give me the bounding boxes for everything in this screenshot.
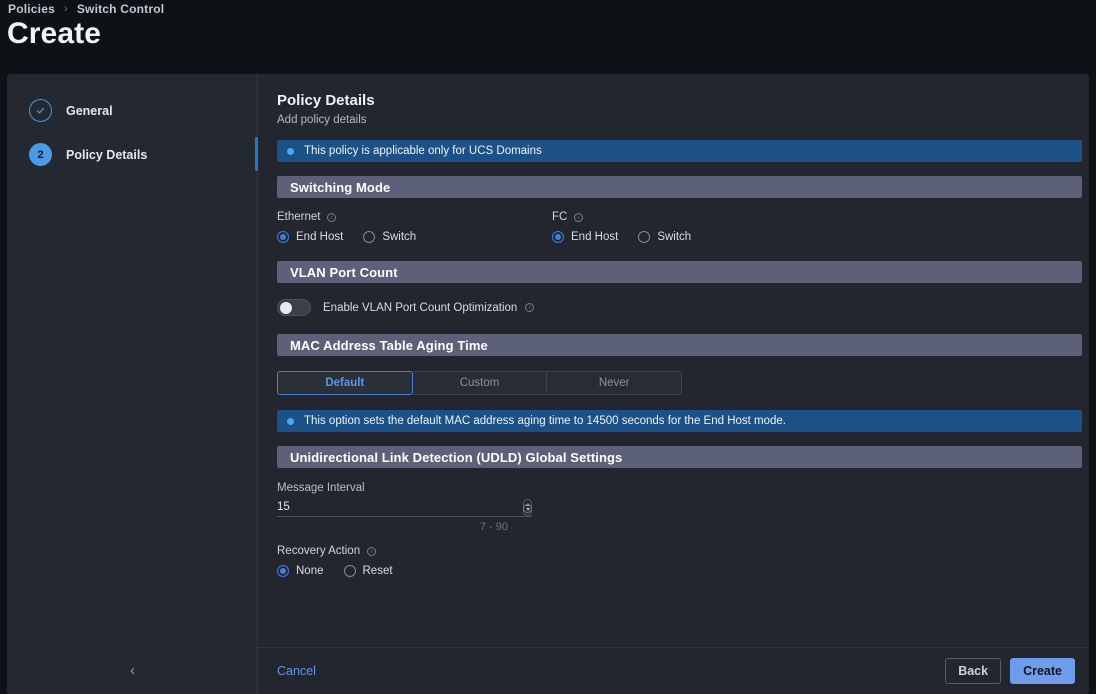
sidebar-collapse-button[interactable]: ‹: [7, 646, 258, 694]
toggle-knob: [280, 302, 292, 314]
fc-radio-group: End Host Switch: [552, 231, 691, 243]
radio-mark-icon: [552, 231, 564, 243]
sidebar-step-general[interactable]: General: [29, 99, 113, 122]
field-group-fc: FC End Host Switch: [552, 211, 691, 243]
check-icon: [29, 99, 52, 122]
radio-label: End Host: [296, 231, 343, 243]
radio-recovery-reset[interactable]: Reset: [344, 565, 393, 577]
sidebar-step-policy-details[interactable]: 2 Policy Details: [29, 143, 147, 166]
segment-custom[interactable]: Custom: [413, 371, 548, 395]
fc-label-row: FC: [552, 211, 691, 223]
info-icon[interactable]: [327, 213, 336, 222]
ethernet-label: Ethernet: [277, 211, 320, 223]
radio-mark-icon: [344, 565, 356, 577]
ethernet-label-row: Ethernet: [277, 211, 552, 223]
radio-ethernet-end-host[interactable]: End Host: [277, 231, 343, 243]
wizard-card: General 2 Policy Details ‹ Policy Detail…: [7, 74, 1089, 694]
info-dot-icon: [287, 148, 294, 155]
recovery-action-radio-group: None Reset: [277, 565, 1082, 577]
mac-aging-segmented-control: Default Custom Never: [277, 371, 682, 395]
info-icon[interactable]: [525, 303, 534, 312]
recovery-action-label: Recovery Action: [277, 545, 360, 557]
toggle-vlan-port-count-optimization[interactable]: [277, 299, 311, 316]
create-button[interactable]: Create: [1010, 658, 1075, 684]
info-icon[interactable]: [367, 547, 376, 556]
wizard-footer: Cancel Back Create: [258, 647, 1089, 694]
step-number-badge: 2: [29, 143, 52, 166]
section-header-label: Switching Mode: [290, 180, 390, 195]
chevron-left-icon: ‹: [130, 662, 135, 679]
radio-label: Switch: [657, 231, 691, 243]
section-header-mac-aging: MAC Address Table Aging Time: [277, 334, 1082, 356]
segment-default[interactable]: Default: [277, 371, 413, 395]
radio-mark-icon: [277, 231, 289, 243]
message-interval-input[interactable]: 15: [277, 501, 523, 513]
message-interval-input-line: 15: [277, 498, 532, 517]
section-header-label: VLAN Port Count: [290, 265, 398, 280]
radio-ethernet-switch[interactable]: Switch: [363, 231, 416, 243]
create-switch-control-policy-page: Policies › Switch Control Create General…: [0, 0, 1096, 694]
vlan-port-count-optimization-row: Enable VLAN Port Count Optimization: [277, 299, 1082, 316]
breadcrumb-item-switch-control[interactable]: Switch Control: [77, 2, 164, 16]
info-icon[interactable]: [574, 213, 583, 222]
sidebar-step-general-label: General: [66, 104, 113, 118]
radio-fc-switch[interactable]: Switch: [638, 231, 691, 243]
wizard-sidebar: General 2 Policy Details ‹: [7, 74, 258, 694]
pane-subtitle: Add policy details: [277, 114, 1082, 126]
breadcrumb: Policies › Switch Control: [8, 2, 164, 16]
policy-details-pane: Policy Details Add policy details This p…: [258, 74, 1089, 694]
sidebar-step-policy-details-label: Policy Details: [66, 148, 147, 162]
section-header-udld: Unidirectional Link Detection (UDLD) Glo…: [277, 446, 1082, 468]
recovery-action-label-row: Recovery Action: [277, 545, 1082, 557]
toggle-label-row: Enable VLAN Port Count Optimization: [323, 302, 534, 314]
field-group-recovery-action: Recovery Action None Reset: [277, 545, 1082, 577]
info-banner-mac-aging: This option sets the default MAC address…: [277, 410, 1082, 432]
field-message-interval: Message Interval 15 7 - 90: [277, 482, 532, 533]
radio-label: Reset: [363, 565, 393, 577]
radio-fc-end-host[interactable]: End Host: [552, 231, 618, 243]
info-banner-ucs-domains: This policy is applicable only for UCS D…: [277, 140, 1082, 162]
cancel-button[interactable]: Cancel: [277, 664, 316, 678]
info-banner-text: This policy is applicable only for UCS D…: [304, 145, 542, 157]
breadcrumb-chevron-right-icon: ›: [64, 3, 68, 15]
radio-label: End Host: [571, 231, 618, 243]
section-header-vlan-port-count: VLAN Port Count: [277, 261, 1082, 283]
radio-label: None: [296, 565, 324, 577]
footer-actions: Back Create: [945, 658, 1075, 684]
section-header-switching-mode: Switching Mode: [277, 176, 1082, 198]
info-icon[interactable]: [523, 504, 532, 513]
pane-title: Policy Details: [277, 92, 1082, 109]
radio-mark-icon: [638, 231, 650, 243]
section-header-label: Unidirectional Link Detection (UDLD) Glo…: [290, 450, 622, 465]
radio-mark-icon: [363, 231, 375, 243]
fc-label: FC: [552, 211, 567, 223]
info-banner-text: This option sets the default MAC address…: [304, 415, 786, 427]
breadcrumb-item-policies[interactable]: Policies: [8, 2, 55, 16]
segment-never[interactable]: Never: [547, 371, 682, 395]
field-group-ethernet: Ethernet End Host Switch: [277, 211, 552, 243]
back-button[interactable]: Back: [945, 658, 1001, 684]
ethernet-radio-group: End Host Switch: [277, 231, 552, 243]
radio-mark-icon: [277, 565, 289, 577]
radio-label: Switch: [382, 231, 416, 243]
message-interval-range-hint: 7 - 90: [277, 521, 532, 533]
toggle-label: Enable VLAN Port Count Optimization: [323, 302, 517, 314]
message-interval-label: Message Interval: [277, 482, 532, 494]
page-title: Create: [7, 17, 101, 51]
section-header-label: MAC Address Table Aging Time: [290, 338, 488, 353]
info-dot-icon: [287, 418, 294, 425]
radio-recovery-none[interactable]: None: [277, 565, 324, 577]
